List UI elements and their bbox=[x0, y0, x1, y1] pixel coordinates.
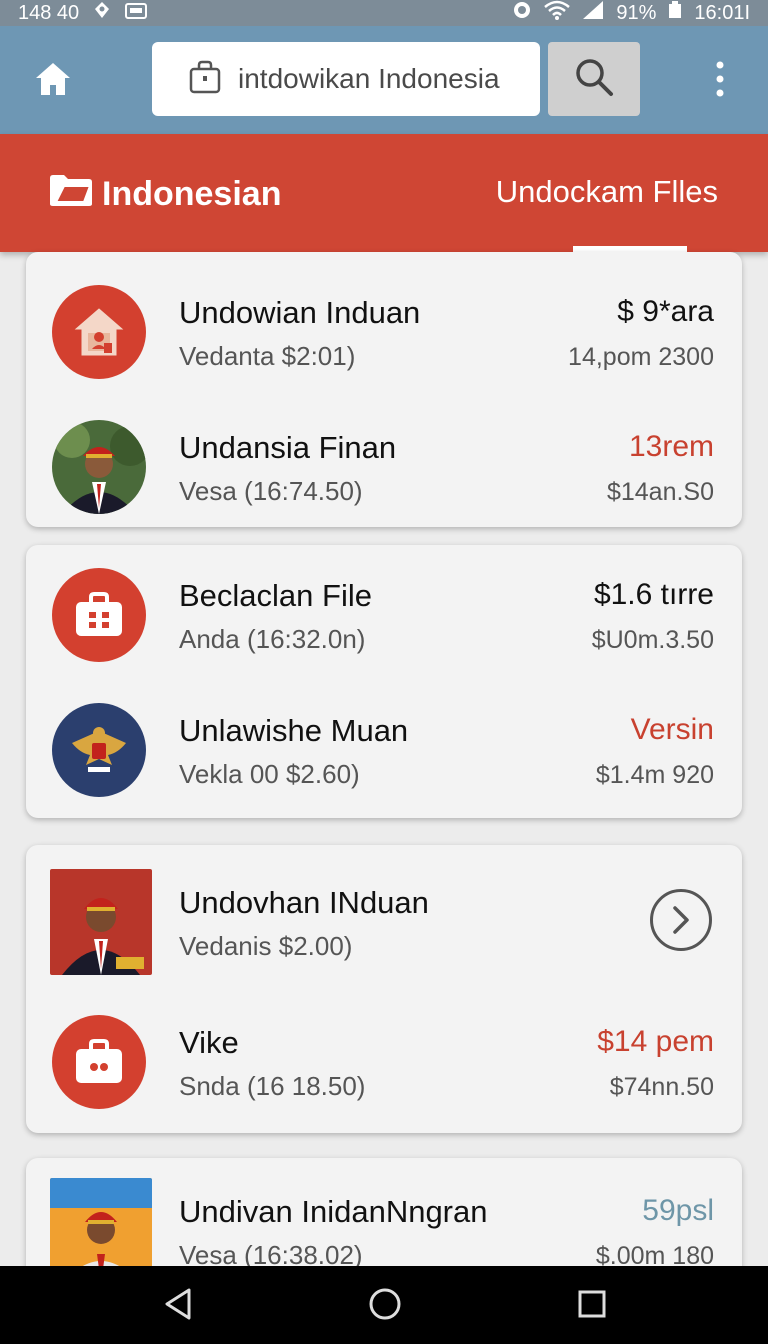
item-price: 59psl bbox=[642, 1194, 714, 1227]
list-item[interactable]: Unlawishe Muan Vekla 00 $2.60) Versin $1… bbox=[26, 695, 742, 805]
back-icon bbox=[165, 1288, 191, 1320]
item-price: 13rem bbox=[628, 430, 714, 463]
tab-bar: Indonesian Undockam Flles bbox=[0, 134, 768, 252]
search-input[interactable]: intdowikan Indonesia bbox=[152, 42, 540, 116]
status-bar: 148 40 91% 16:01I bbox=[0, 0, 768, 26]
item-subtitle: Snda (16 18.50) bbox=[179, 1071, 366, 1101]
circle-home-icon bbox=[369, 1288, 401, 1320]
briefcase-avatar bbox=[52, 1015, 146, 1109]
wifi-icon bbox=[544, 0, 571, 26]
list-item[interactable]: Undovhan INduan Vedanis $2.00) bbox=[26, 867, 742, 977]
item-title: Undivan InidanNngran bbox=[179, 1194, 488, 1229]
person-avatar bbox=[52, 420, 146, 514]
item-meta: $U0m.3.50 bbox=[591, 626, 714, 654]
house-icon bbox=[74, 308, 124, 356]
item-price: $1.6 tırre bbox=[593, 578, 714, 611]
list-card: Undowian Induan Vedanta $2:01) $ 9*ara 1… bbox=[26, 252, 742, 527]
overflow-menu-button[interactable] bbox=[700, 56, 740, 106]
more-vert-icon bbox=[715, 61, 725, 102]
list-card: Undovhan INduan Vedanis $2.00) Vike Snda… bbox=[26, 845, 742, 1133]
item-subtitle: Vesa (16:74.50) bbox=[179, 476, 363, 506]
notification-icon bbox=[125, 2, 148, 25]
item-subtitle: Vedanta $2:01) bbox=[179, 341, 356, 371]
person-photo bbox=[52, 420, 146, 514]
app-bar: intdowikan Indonesia bbox=[0, 26, 768, 134]
item-meta: $1.4m 920 bbox=[595, 761, 714, 789]
item-title: Undovhan INduan bbox=[179, 885, 429, 920]
tab-label-right: Undockam Flles bbox=[495, 174, 718, 209]
search-query: intdowikan Indonesia bbox=[238, 63, 500, 94]
system-nav-bar bbox=[0, 1266, 768, 1344]
alarm-icon bbox=[512, 0, 532, 26]
tab-label-left: Indonesian bbox=[102, 175, 282, 213]
item-subtitle: Anda (16:32.0n) bbox=[179, 624, 366, 654]
list-item[interactable]: Vike Snda (16 18.50) $14 pem $74nn.50 bbox=[26, 1007, 742, 1117]
battery-percent: 91% bbox=[616, 1, 657, 24]
status-time-right: 16:01I bbox=[694, 1, 750, 24]
bag-icon bbox=[188, 60, 222, 99]
location-icon bbox=[93, 1, 111, 25]
open-button[interactable] bbox=[650, 889, 712, 951]
house-avatar bbox=[52, 285, 146, 379]
home-icon bbox=[34, 61, 72, 102]
item-title: Beclaclan File bbox=[179, 578, 372, 613]
emblem-icon bbox=[72, 727, 126, 772]
battery-icon bbox=[668, 1, 682, 25]
home-button[interactable] bbox=[30, 58, 76, 104]
recents-button[interactable] bbox=[572, 1284, 612, 1324]
briefcase-icon bbox=[76, 592, 122, 636]
folder-icon bbox=[48, 172, 94, 217]
item-subtitle: Vekla 00 $2.60) bbox=[179, 759, 360, 789]
list-item[interactable]: Undansia Finan Vesa (16:74.50) 13rem $14… bbox=[26, 412, 742, 522]
search-button[interactable] bbox=[548, 42, 640, 116]
search-icon bbox=[574, 57, 614, 102]
item-subtitle: Vedanis $2.00) bbox=[179, 931, 353, 961]
back-button[interactable] bbox=[158, 1284, 198, 1324]
briefcase-avatar bbox=[52, 568, 146, 662]
person-avatar bbox=[50, 869, 152, 975]
item-title: Undansia Finan bbox=[179, 430, 397, 465]
briefcase-icon bbox=[76, 1039, 122, 1083]
item-title: Vike bbox=[179, 1025, 239, 1060]
emblem-avatar bbox=[52, 703, 146, 797]
item-title: Undowian Induan bbox=[179, 295, 421, 330]
recents-icon bbox=[578, 1290, 606, 1318]
signal-icon bbox=[582, 0, 604, 26]
item-price: $14 pem bbox=[597, 1025, 714, 1058]
chevron-right-icon bbox=[673, 906, 689, 934]
list-item[interactable]: Beclaclan File Anda (16:32.0n) $1.6 tırr… bbox=[26, 560, 742, 670]
person-photo bbox=[50, 869, 152, 975]
home-nav-button[interactable] bbox=[365, 1284, 405, 1324]
status-time-left: 148 40 bbox=[18, 1, 80, 24]
item-price: Versin bbox=[630, 713, 714, 746]
item-price: $ 9*ara bbox=[617, 295, 714, 328]
item-title: Unlawishe Muan bbox=[179, 713, 409, 748]
tab-files[interactable]: Undockam Flles bbox=[496, 174, 718, 210]
tab-indonesian[interactable]: Indonesian bbox=[48, 172, 281, 217]
list-card: Beclaclan File Anda (16:32.0n) $1.6 tırr… bbox=[26, 545, 742, 818]
item-meta: $74nn.50 bbox=[609, 1073, 714, 1101]
item-meta: 14,pom 2300 bbox=[568, 343, 714, 371]
list-item[interactable]: Undowian Induan Vedanta $2:01) $ 9*ara 1… bbox=[26, 277, 742, 387]
item-meta: $14an.S0 bbox=[606, 478, 714, 506]
